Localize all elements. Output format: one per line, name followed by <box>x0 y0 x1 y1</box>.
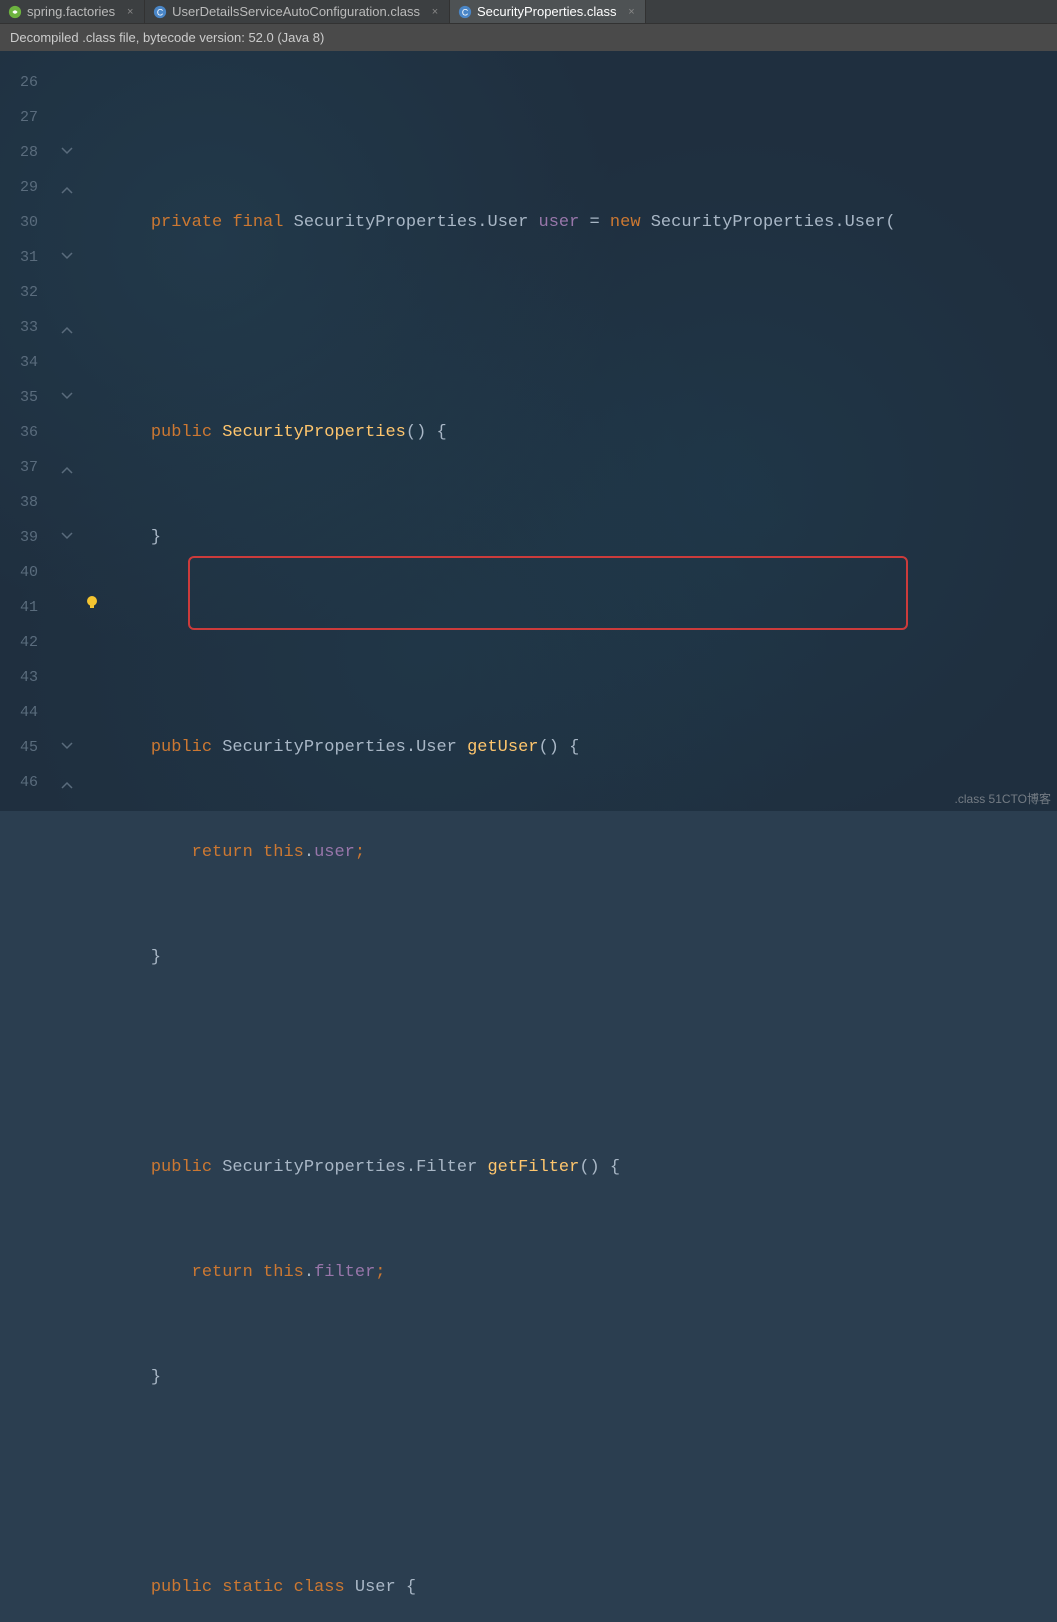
spring-icon <box>8 5 22 19</box>
fold-open-icon[interactable] <box>60 321 74 335</box>
class-icon: C <box>458 5 472 19</box>
class-icon: C <box>153 5 167 19</box>
line-number-gutter: 26 27 28 29 30 31 32 33 34 35 36 37 38 3… <box>0 51 58 808</box>
fold-open-icon[interactable] <box>60 181 74 195</box>
code-area[interactable]: private final SecurityProperties.User us… <box>110 51 1057 808</box>
svg-text:C: C <box>462 7 468 17</box>
decompiled-banner: Decompiled .class file, bytecode version… <box>0 24 1057 51</box>
svg-text:C: C <box>157 7 163 17</box>
watermark: .class 51CTO博客 <box>955 790 1051 807</box>
code-editor[interactable]: 26 27 28 29 30 31 32 33 34 35 36 37 38 3… <box>0 51 1057 808</box>
fold-close-icon[interactable] <box>60 251 74 265</box>
fold-close-icon[interactable] <box>60 391 74 405</box>
close-icon[interactable]: × <box>124 6 136 18</box>
close-icon[interactable]: × <box>625 6 637 18</box>
close-icon[interactable]: × <box>429 6 441 18</box>
tab-label: SecurityProperties.class <box>477 4 616 19</box>
fold-close-icon[interactable] <box>60 531 74 545</box>
tab-spring-factories[interactable]: spring.factories × <box>0 0 145 23</box>
highlight-box <box>188 556 908 630</box>
lightbulb-icon[interactable] <box>84 594 100 610</box>
tab-userdetails[interactable]: C UserDetailsServiceAutoConfiguration.cl… <box>145 0 450 23</box>
fold-column <box>58 51 80 808</box>
tab-bar: spring.factories × C UserDetailsServiceA… <box>0 0 1057 24</box>
fold-open-icon[interactable] <box>60 776 74 790</box>
tab-label: spring.factories <box>27 4 115 19</box>
fold-close-icon[interactable] <box>60 146 74 160</box>
fold-close-icon[interactable] <box>60 741 74 755</box>
tab-label: UserDetailsServiceAutoConfiguration.clas… <box>172 4 420 19</box>
tab-securityproperties[interactable]: C SecurityProperties.class × <box>450 0 646 23</box>
annotation-column <box>80 51 110 808</box>
fold-open-icon[interactable] <box>60 461 74 475</box>
